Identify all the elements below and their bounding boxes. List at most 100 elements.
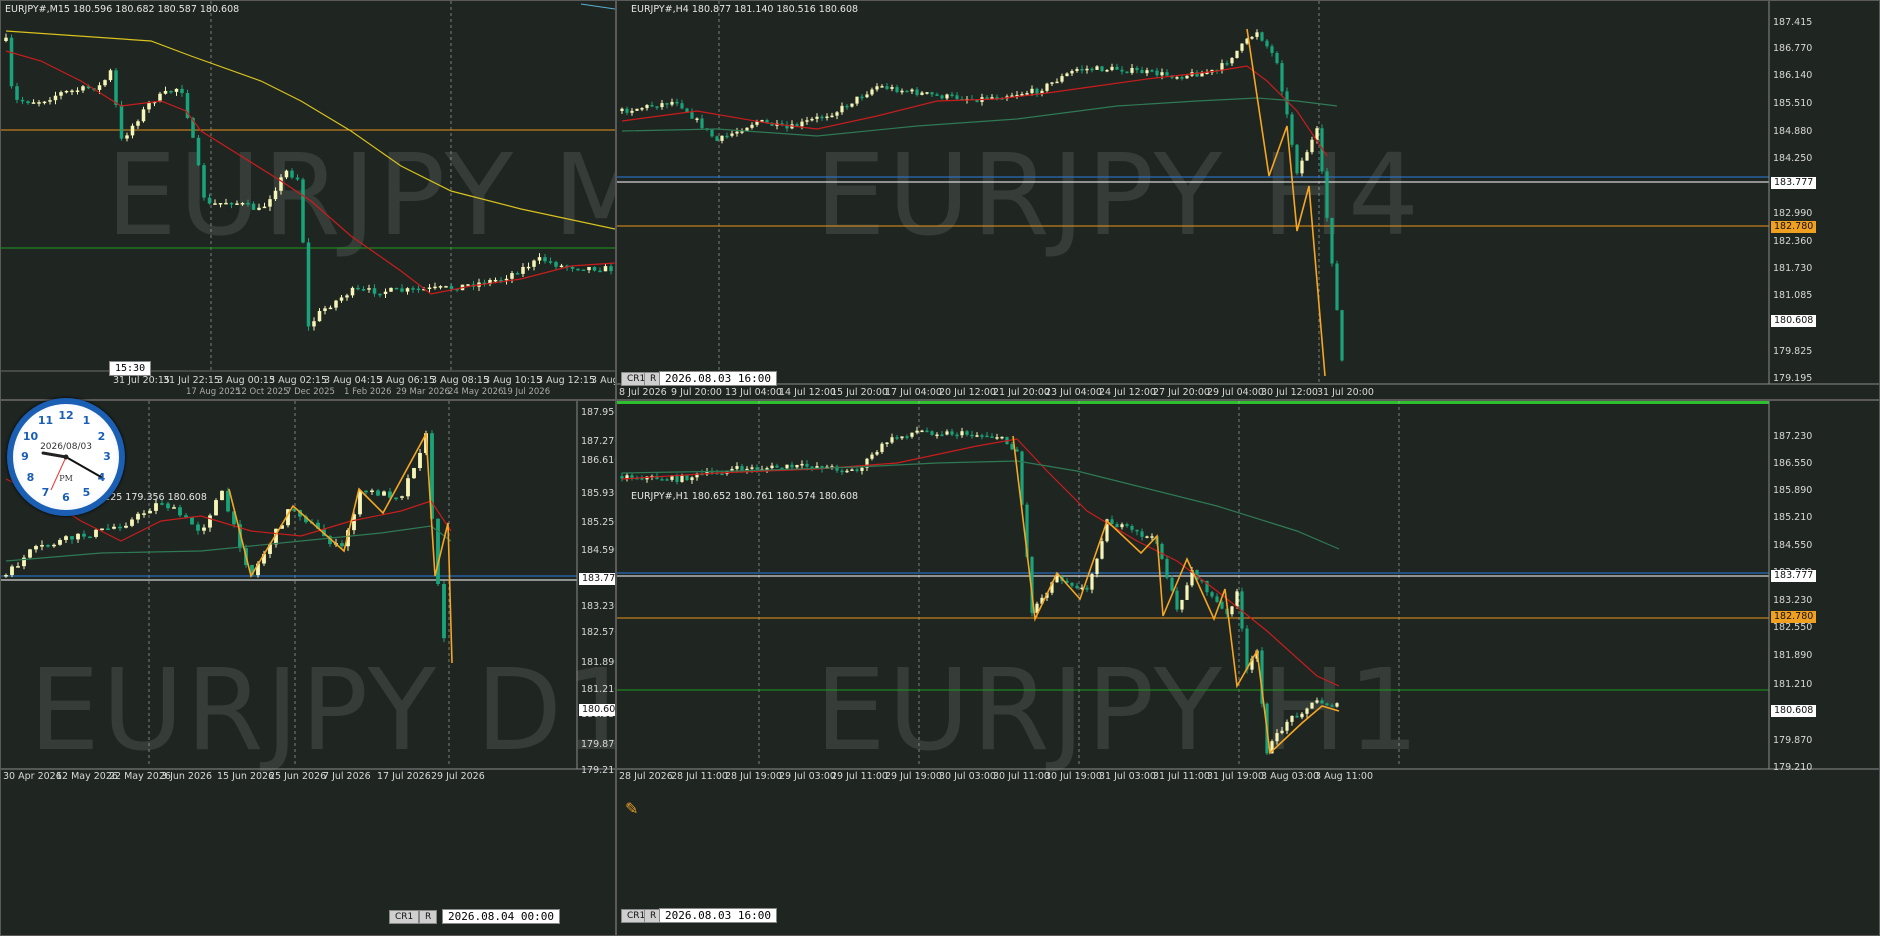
h4-candle: [1030, 88, 1034, 94]
h4-candle: [1130, 67, 1134, 73]
h4-time-label: 31 Jul 20:00: [1317, 387, 1374, 398]
chart-pane-h1[interactable]: EURJPY H1 EURJPY#,H1 180.652 180.761 180…: [616, 400, 1880, 936]
h4-candle: [825, 116, 829, 119]
h4-candle: [920, 92, 924, 95]
h1-candle: [620, 476, 624, 479]
h4-candle: [1135, 67, 1139, 70]
chart-pane-h4[interactable]: EURJPY H4 EURJPY#,H4 180.877 181.140 180…: [616, 0, 1880, 400]
m15-candle: [207, 197, 212, 204]
h4-candle: [1035, 88, 1039, 94]
h1-candle: [1185, 585, 1189, 600]
m15-candle: [532, 260, 536, 267]
h1-candle: [955, 434, 959, 437]
h1-candle: [920, 430, 924, 433]
m15-candle: [328, 307, 333, 310]
d1-candle: [142, 513, 146, 515]
d1-candle: [136, 513, 140, 520]
m15-time-label: 31 Jul 22:15: [163, 375, 220, 386]
h1-price-label: 179.210: [1773, 762, 1813, 773]
m15-candle: [510, 273, 514, 279]
m15-candle: [598, 270, 602, 273]
m15-price-chart[interactable]: [1, 1, 616, 400]
h1-candle: [925, 430, 929, 433]
m15-candle: [42, 101, 47, 104]
d1-time-label: 15 Jun 2026: [217, 771, 275, 782]
h4-candle: [830, 115, 834, 118]
h1-candle: [1075, 585, 1079, 589]
crosshair-tool-icon[interactable]: ✎: [625, 799, 638, 818]
h4-candle: [650, 104, 654, 107]
h4-candle: [1225, 63, 1229, 65]
h1-candle: [1310, 702, 1314, 709]
h1-time-label: 29 Jul 03:00: [779, 771, 836, 782]
h1-candle: [1335, 703, 1339, 707]
h4-candle: [635, 108, 639, 111]
analog-clock-widget[interactable]: 12 1 2 3 4 5 6 7 8 9 10 11 2026/08/03 PM: [7, 398, 125, 516]
d1-candle: [340, 543, 344, 547]
h1-candle: [895, 437, 899, 439]
m15-candle: [361, 289, 366, 291]
m15-candle: [603, 266, 608, 272]
m15-candle: [504, 278, 509, 281]
h1-candle: [1085, 587, 1089, 590]
h4-candle: [835, 112, 839, 116]
h4-candle: [800, 121, 804, 127]
h1-candle: [755, 467, 759, 470]
chart-pane-m15[interactable]: EURJPY M15 EURJPY#,M15 180.596 180.682 1…: [0, 0, 616, 400]
h1-candle: [1295, 715, 1299, 718]
h1-candle: [735, 466, 739, 469]
h1-candle: [880, 443, 884, 453]
m15-time-label: 3 Aug 12:15: [537, 375, 596, 386]
zigzag-line: [228, 431, 453, 664]
h4-candle: [1100, 66, 1104, 72]
d1-time-label: 17 Jul 2026: [377, 771, 431, 782]
h4-price-tag: 183.777: [1771, 177, 1817, 189]
d1-price-tag: 180.608: [579, 704, 615, 716]
h4-time-label: 8 Jul 2026: [619, 387, 667, 398]
d1-candle: [208, 515, 212, 528]
h1-candle: [800, 463, 804, 466]
h4-candle: [1175, 77, 1179, 79]
m15-time-label-lower: 19 Jul 2026: [502, 387, 551, 397]
m15-candle: [213, 203, 217, 205]
m15-time-label: 3 Aug 00:15: [217, 375, 276, 386]
h4-candle: [725, 135, 729, 138]
r-button-d1[interactable]: R: [419, 910, 438, 924]
h4-price-tag: 180.608: [1771, 315, 1817, 327]
d1-price-label: 182.570: [581, 627, 615, 638]
d1-time-label: 3 Jun 2026: [161, 771, 213, 782]
h1-candle: [980, 435, 984, 437]
h1-time-label: 28 Jul 2026: [619, 771, 673, 782]
title-h1: EURJPY#,H1 180.652 180.761 180.574 180.6…: [631, 491, 859, 502]
m15-candle: [493, 279, 498, 282]
h1-price-chart[interactable]: [617, 401, 1880, 936]
d1-candle: [418, 452, 422, 469]
h1-candle: [1290, 715, 1294, 722]
m15-candle: [9, 37, 14, 87]
m15-candle: [53, 95, 58, 101]
d1-candle: [184, 515, 188, 518]
h4-candle: [925, 92, 929, 94]
h4-candle: [680, 103, 684, 109]
d1-candle: [166, 503, 170, 509]
m15-time-label: 3 Aug 10:15: [484, 375, 543, 386]
m15-candle: [75, 90, 80, 92]
d1-candle: [214, 500, 218, 516]
h1-candle: [1160, 543, 1164, 559]
d1-candle: [40, 545, 44, 547]
m15-candle: [125, 135, 129, 139]
h1-candle: [1320, 700, 1324, 704]
h4-candle: [740, 131, 744, 133]
cr1-button-d1[interactable]: CR1: [389, 910, 420, 924]
h4-price-chart[interactable]: [617, 1, 1880, 400]
h4-candle: [1280, 63, 1284, 92]
h4-candle: [905, 90, 909, 93]
h1-candle: [1170, 577, 1174, 591]
d1-candle: [16, 566, 20, 568]
d1-price-label: 185.250: [581, 517, 615, 528]
h4-candle: [865, 94, 869, 98]
h1-candle: [630, 475, 634, 478]
d1-candle: [100, 528, 104, 531]
h4-candle: [955, 95, 959, 100]
h1-candle: [875, 452, 879, 455]
